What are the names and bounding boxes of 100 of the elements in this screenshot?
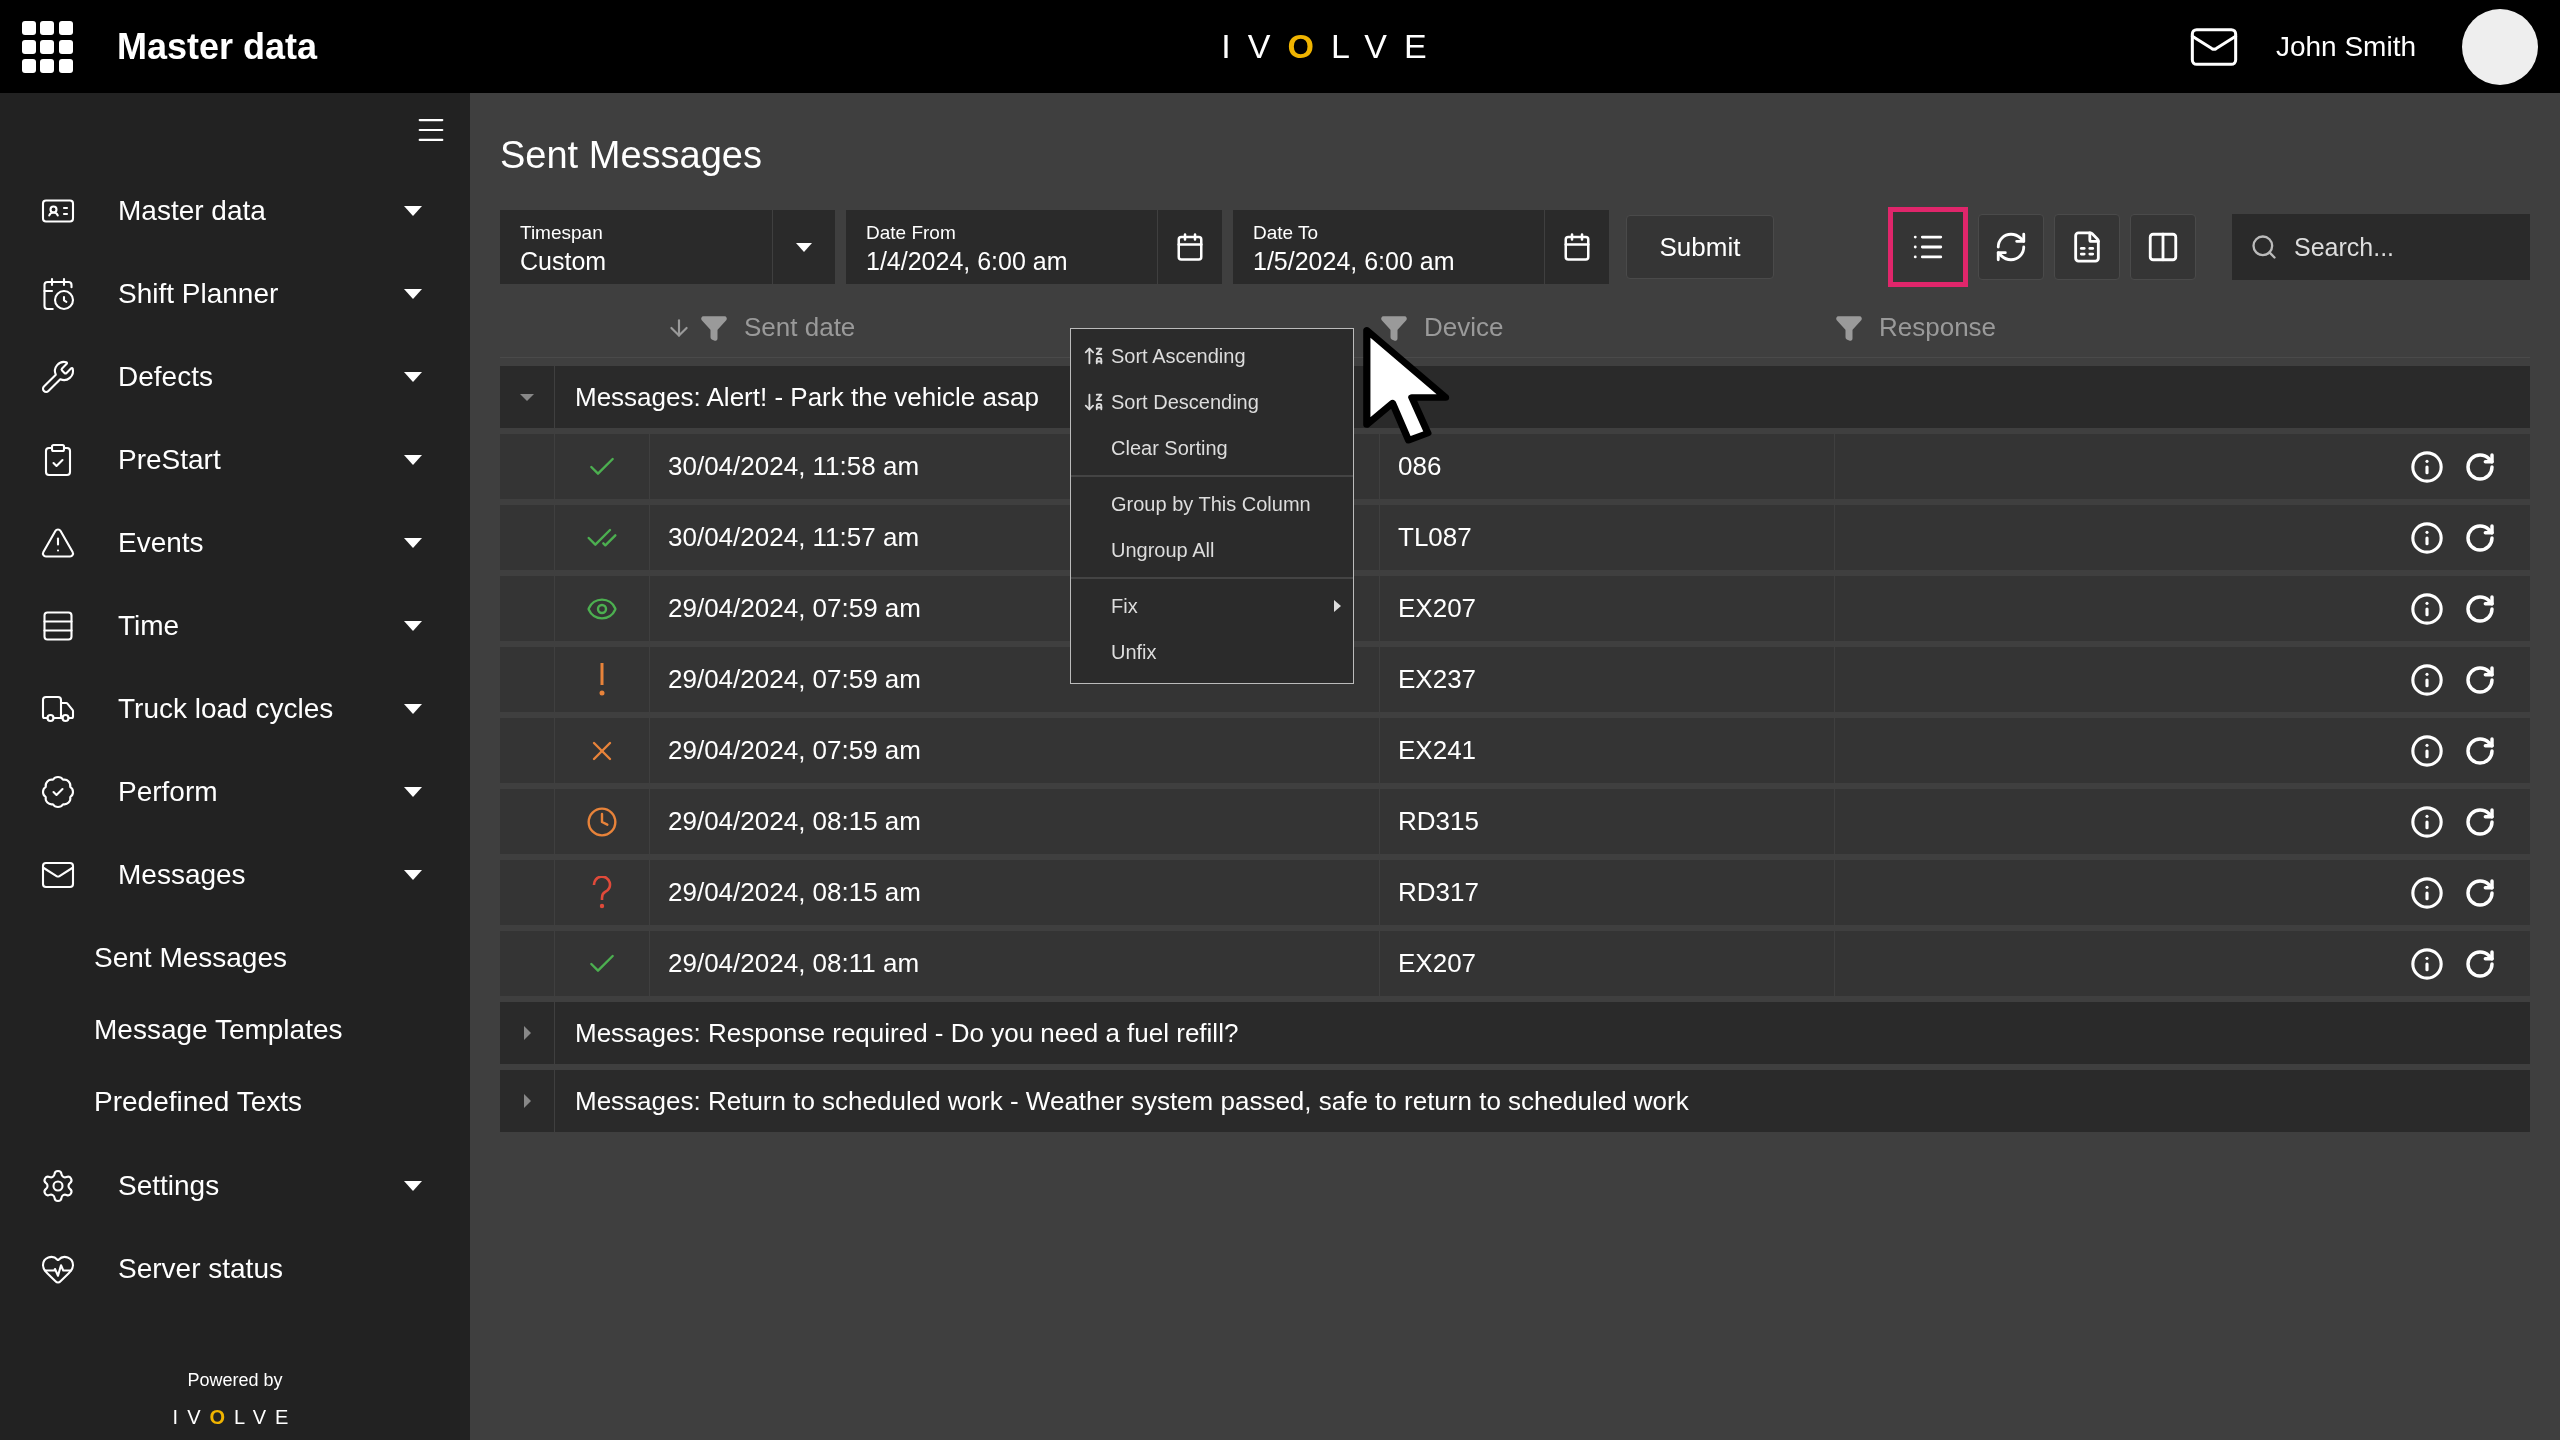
logo: IV O LVE [172,1405,298,1430]
sidebar-item[interactable]: Settings [0,1144,470,1227]
caret-icon [404,869,422,880]
filter-icon[interactable] [1835,313,1863,342]
menu-item[interactable]: Sort Descending [1071,379,1353,425]
table-cell-text: RD317 [1398,876,1479,909]
table-cell-text: EX207 [1398,947,1477,980]
sidebar-item[interactable]: PreStart [0,418,470,501]
caret-icon [404,786,422,797]
page-title: Sent Messages [500,133,763,178]
group-row[interactable]: Messages: Response required - Do you need a fuel refill? [500,1002,2530,1064]
spreadsheet-button[interactable] [2054,214,2120,280]
table-cell-text: 30/04/2024, 11:57 am [668,521,920,554]
resend-icon[interactable] [2464,663,2496,696]
sidebar-item[interactable]: Messages [0,833,470,916]
logo: IV O LVE [1221,26,1444,67]
user-name: John Smith [2275,29,2416,64]
caret-icon [404,620,422,631]
resend-icon[interactable] [2464,805,2496,838]
info-icon[interactable] [2410,875,2444,910]
sidebar-item[interactable]: Events [0,501,470,584]
resend-icon[interactable] [2464,450,2496,483]
info-icon[interactable] [2410,804,2444,839]
columns-icon [2146,230,2180,264]
wrench-icon [40,358,76,395]
search-field[interactable]: Search... [2232,214,2530,280]
date-field[interactable]: Date To 1/5/2024, 6:00 am [1233,210,1544,284]
sidebar-item[interactable]: Defects [0,335,470,418]
table-cell-text: 29/04/2024, 08:11 am [668,947,920,980]
columns-button[interactable] [2130,214,2196,280]
date-field[interactable]: Date From 1/4/2024, 6:00 am [846,210,1157,284]
resend-icon[interactable] [2464,592,2496,625]
info-icon[interactable] [2410,591,2444,626]
table-cell-text: 30/04/2024, 11:58 am [668,450,920,483]
caret-icon [404,205,422,216]
menu-item[interactable]: Fix [1071,583,1353,629]
caret-icon [404,1180,422,1191]
submit-button[interactable]: Submit [1626,215,1774,279]
table-cell-text: 29/04/2024, 07:59 am [668,734,921,767]
refresh-icon [1994,230,2028,264]
app-title: Master data [117,24,318,69]
list-button[interactable] [1888,207,1968,287]
settings-icon [40,1167,76,1204]
resend-icon[interactable] [2464,521,2496,554]
calendar-icon [1562,232,1592,262]
refresh-button[interactable] [1978,214,2044,280]
table-cell-text: TL087 [1398,521,1472,554]
info-icon[interactable] [2410,733,2444,768]
table-cell-text: RD315 [1398,805,1479,838]
caret-icon [404,703,422,714]
table-cell-text: EX237 [1398,663,1477,696]
sort-ascending-icon [1083,345,1105,367]
group-row[interactable]: Messages: Return to scheduled work - Weather system passed, safe to return to scheduled work [500,1070,2530,1132]
sidebar-item[interactable]: Shift Planner [0,252,470,335]
calendar-button[interactable] [1157,210,1222,284]
table-cell-text: 29/04/2024, 07:59 am [668,592,921,625]
info-icon[interactable] [2410,946,2444,981]
calendar-icon [40,275,76,312]
menu-item[interactable]: Clear Sorting [1071,425,1353,471]
caret-icon [404,537,422,548]
sidebar-item[interactable]: Perform [0,750,470,833]
resend-icon[interactable] [2464,947,2496,980]
table-cell-text: 086 [1398,450,1442,483]
filter-icon[interactable] [700,313,728,342]
timespan-dropdown[interactable]: Timespan Custom [500,210,835,284]
column-header[interactable]: Response [1835,308,2335,347]
sidebar-item[interactable]: Truck load cycles [0,667,470,750]
info-icon[interactable] [2410,520,2444,555]
table-cell-text: EX241 [1398,734,1477,767]
caret-icon [404,371,422,382]
table-cell-text: 29/04/2024, 07:59 am [668,663,921,696]
apps-grid-icon[interactable] [22,20,72,73]
sort-descending-icon [1083,391,1105,413]
calendar-button[interactable] [1544,210,1609,284]
filter-icon[interactable] [1380,313,1408,342]
calendar-icon [1175,232,1205,262]
sidebar-item[interactable]: Master data [0,169,470,252]
menu-item[interactable]: Ungroup All [1071,527,1353,573]
sidebar-item[interactable]: Time [0,584,470,667]
resend-icon[interactable] [2464,734,2496,767]
caret-icon [404,288,422,299]
table-cell-text: 29/04/2024, 08:15 am [668,876,921,909]
sidebar-subitem[interactable]: Predefined Texts [0,1066,470,1138]
powered-by-text: Powered by [187,1369,283,1392]
search-icon [2250,233,2278,261]
badge-check-icon [40,773,76,810]
sidebar-item[interactable]: Server status [0,1227,470,1310]
caret-icon [796,242,812,252]
table-cell-text: EX207 [1398,592,1477,625]
caret-icon [404,454,422,465]
column-header[interactable]: Device [1380,308,1835,347]
submenu-arrow-icon [1334,600,1341,612]
info-icon[interactable] [2410,662,2444,697]
menu-item[interactable]: Unfix [1071,629,1353,675]
resend-icon[interactable] [2464,876,2496,909]
table-cell-text: 29/04/2024, 08:15 am [668,805,921,838]
sidebar-subitem[interactable]: Message Templates [0,994,470,1066]
info-icon[interactable] [2410,449,2444,484]
menu-item[interactable]: Group by This Column [1071,481,1353,527]
sidebar-subitem[interactable]: Sent Messages [0,922,470,994]
